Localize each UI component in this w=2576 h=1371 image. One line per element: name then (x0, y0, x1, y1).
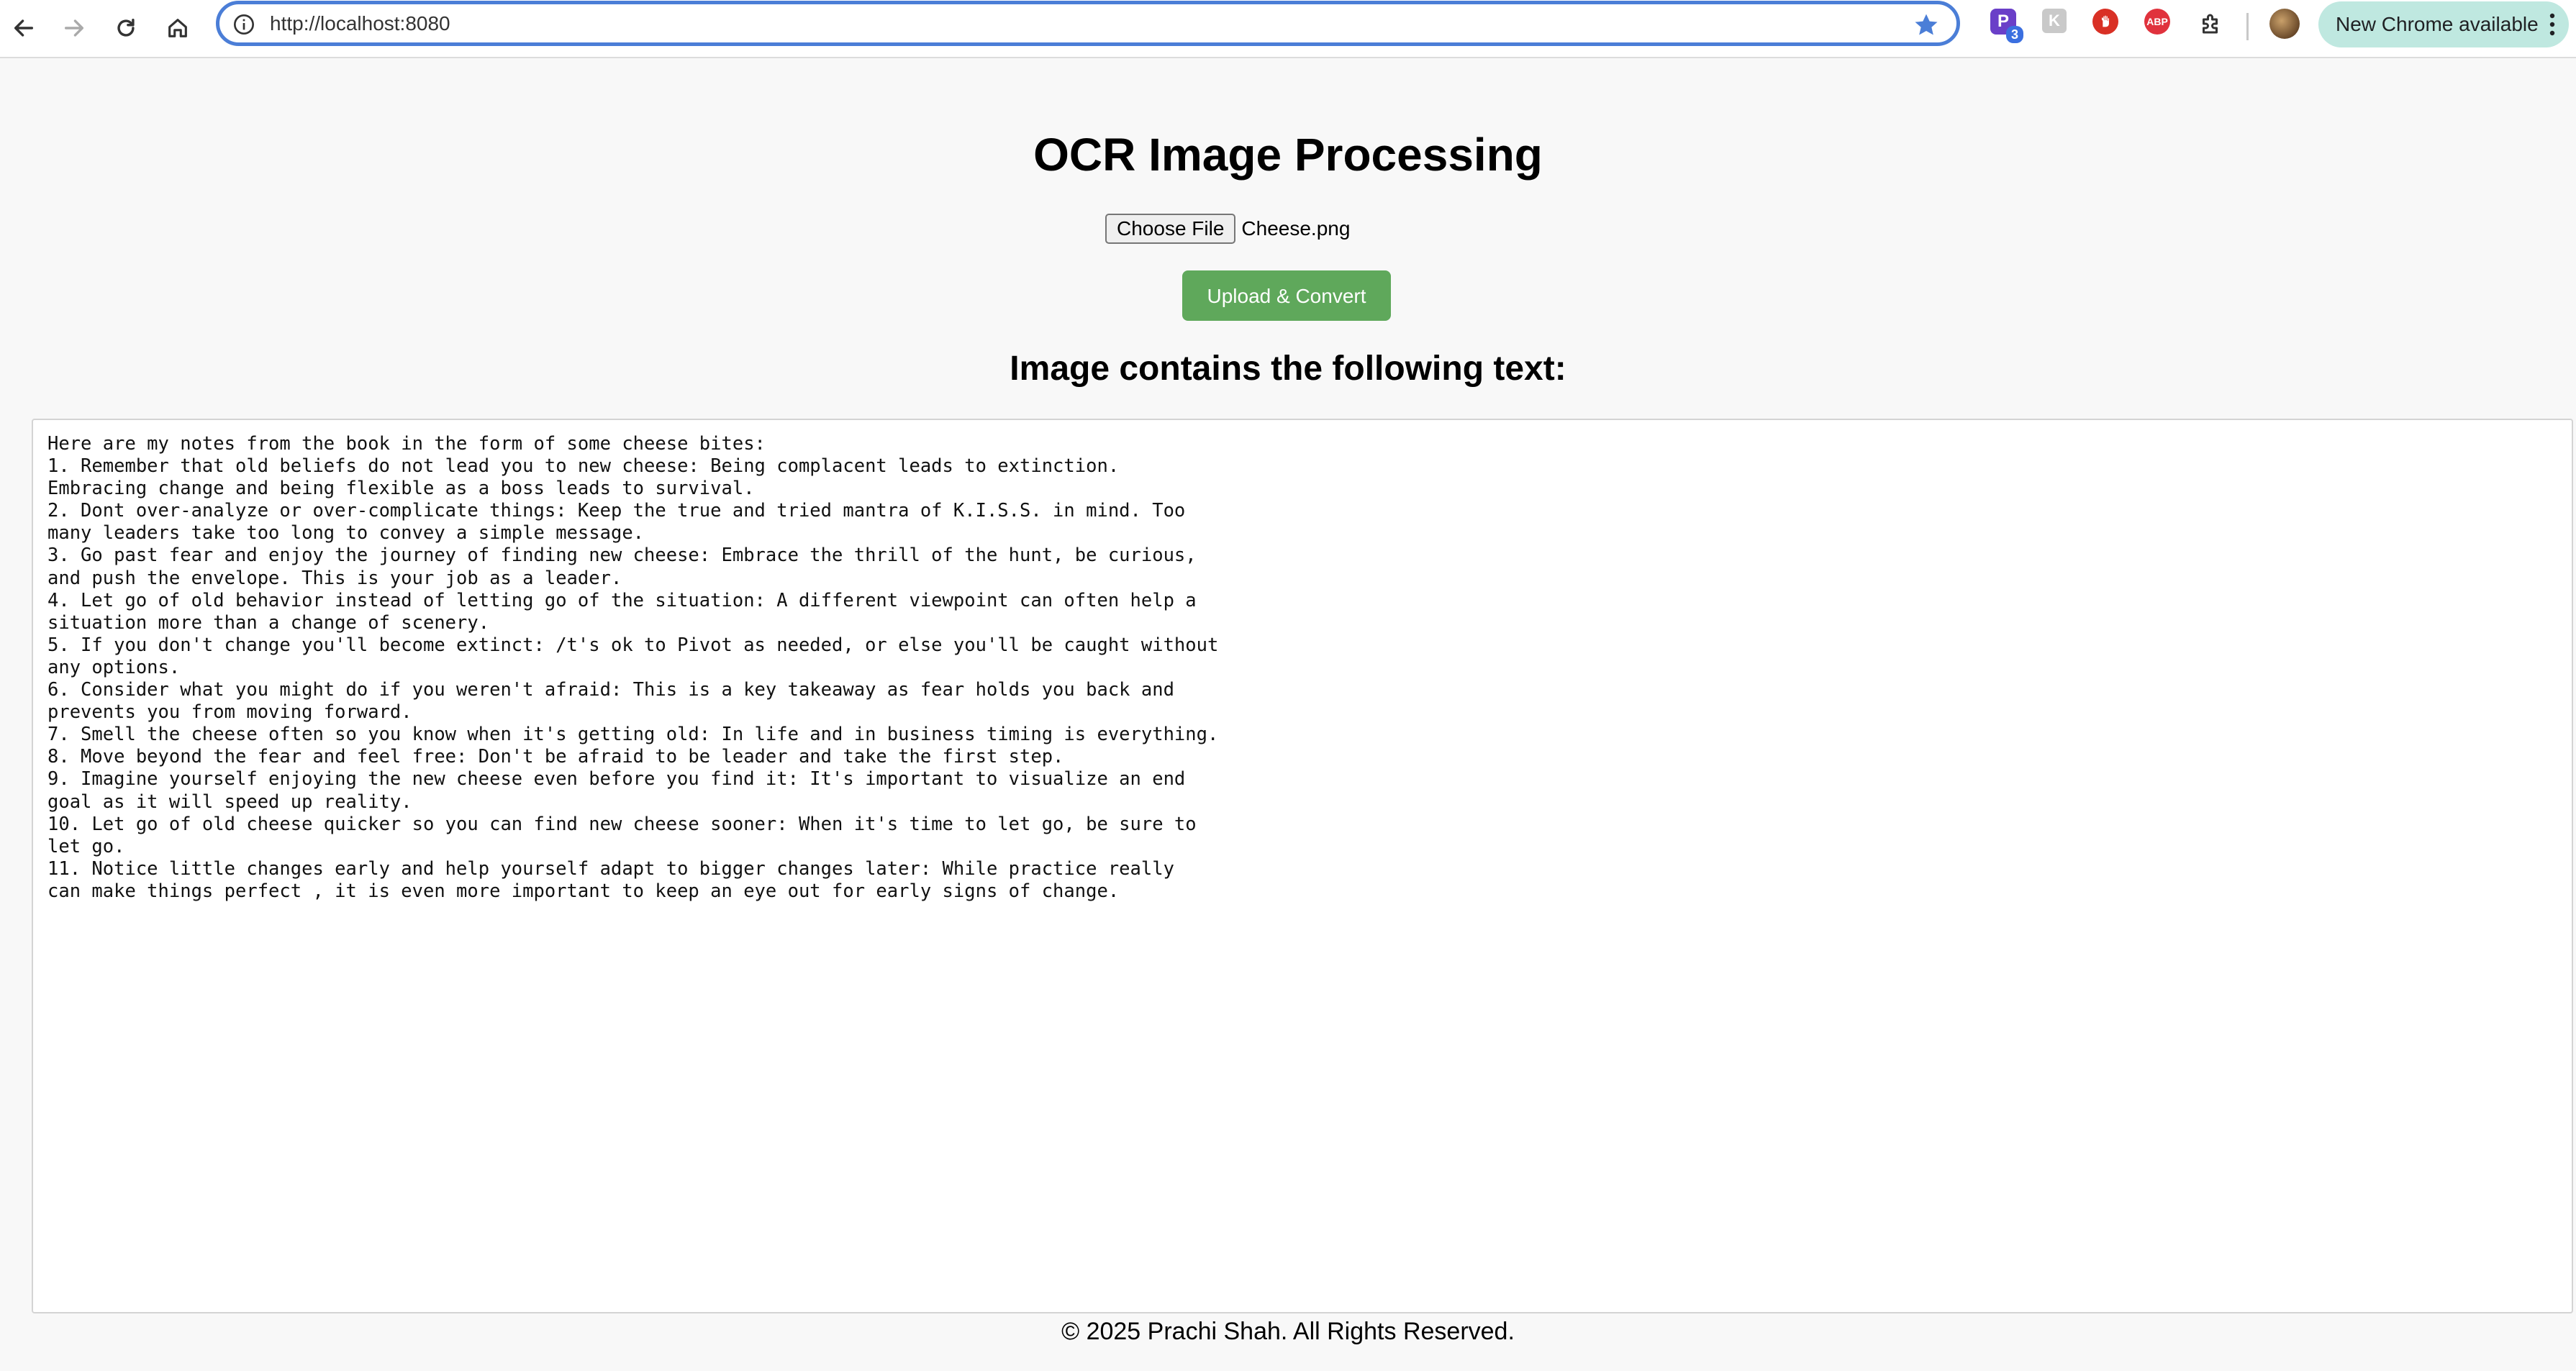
home-icon (168, 19, 187, 37)
upload-convert-button[interactable]: Upload & Convert (1182, 270, 1391, 321)
extension-hand-icon[interactable] (2092, 9, 2118, 35)
extension-k-label: K (2049, 12, 2060, 29)
info-icon[interactable] (232, 13, 255, 36)
reload-button[interactable] (104, 6, 148, 50)
arrow-left-icon (14, 19, 34, 37)
choose-file-button[interactable]: Choose File (1105, 214, 1236, 244)
hand-stop-icon (2101, 15, 2109, 27)
profile-avatar[interactable] (2269, 9, 2300, 39)
home-button[interactable] (155, 6, 200, 50)
address-bar[interactable]: http://localhost:8080 (216, 1, 1960, 46)
extension-p-icon[interactable]: P 3 (1990, 9, 2023, 43)
extension-badge: 3 (2005, 26, 2023, 43)
url-text[interactable]: http://localhost:8080 (270, 4, 450, 42)
ocr-result-textarea[interactable]: Here are my notes from the book in the f… (32, 419, 2573, 1313)
extension-k-icon[interactable]: K (2042, 9, 2067, 33)
page-title: OCR Image Processing (1033, 129, 1543, 181)
chrome-update-label: New Chrome available (2336, 13, 2539, 35)
back-button[interactable] (1, 6, 46, 50)
chrome-update-button[interactable]: New Chrome available (2318, 1, 2569, 47)
footer-copyright: © 2025 Prachi Shah. All Rights Reserved. (1061, 1318, 1515, 1345)
more-vertical-icon[interactable] (2549, 10, 2556, 39)
extensions-puzzle-button[interactable] (2196, 9, 2226, 39)
arrow-right-icon (64, 19, 84, 37)
selected-file-name: Cheese.png (1241, 217, 1351, 240)
result-heading: Image contains the following text: (1010, 350, 1566, 388)
browser-toolbar: http://localhost:8080 P 3 K ABP New Chro… (0, 0, 2576, 58)
extension-adblock-icon[interactable]: ABP (2144, 9, 2170, 35)
forward-button[interactable] (52, 6, 96, 50)
puzzle-icon (2203, 14, 2218, 34)
bookmark-star-icon[interactable] (1912, 11, 1941, 40)
file-input[interactable]: Choose File Cheese.png (1105, 213, 1350, 245)
extension-abp-label: ABP (2146, 16, 2168, 27)
toolbar-divider (2246, 13, 2249, 40)
reload-icon (117, 18, 135, 37)
